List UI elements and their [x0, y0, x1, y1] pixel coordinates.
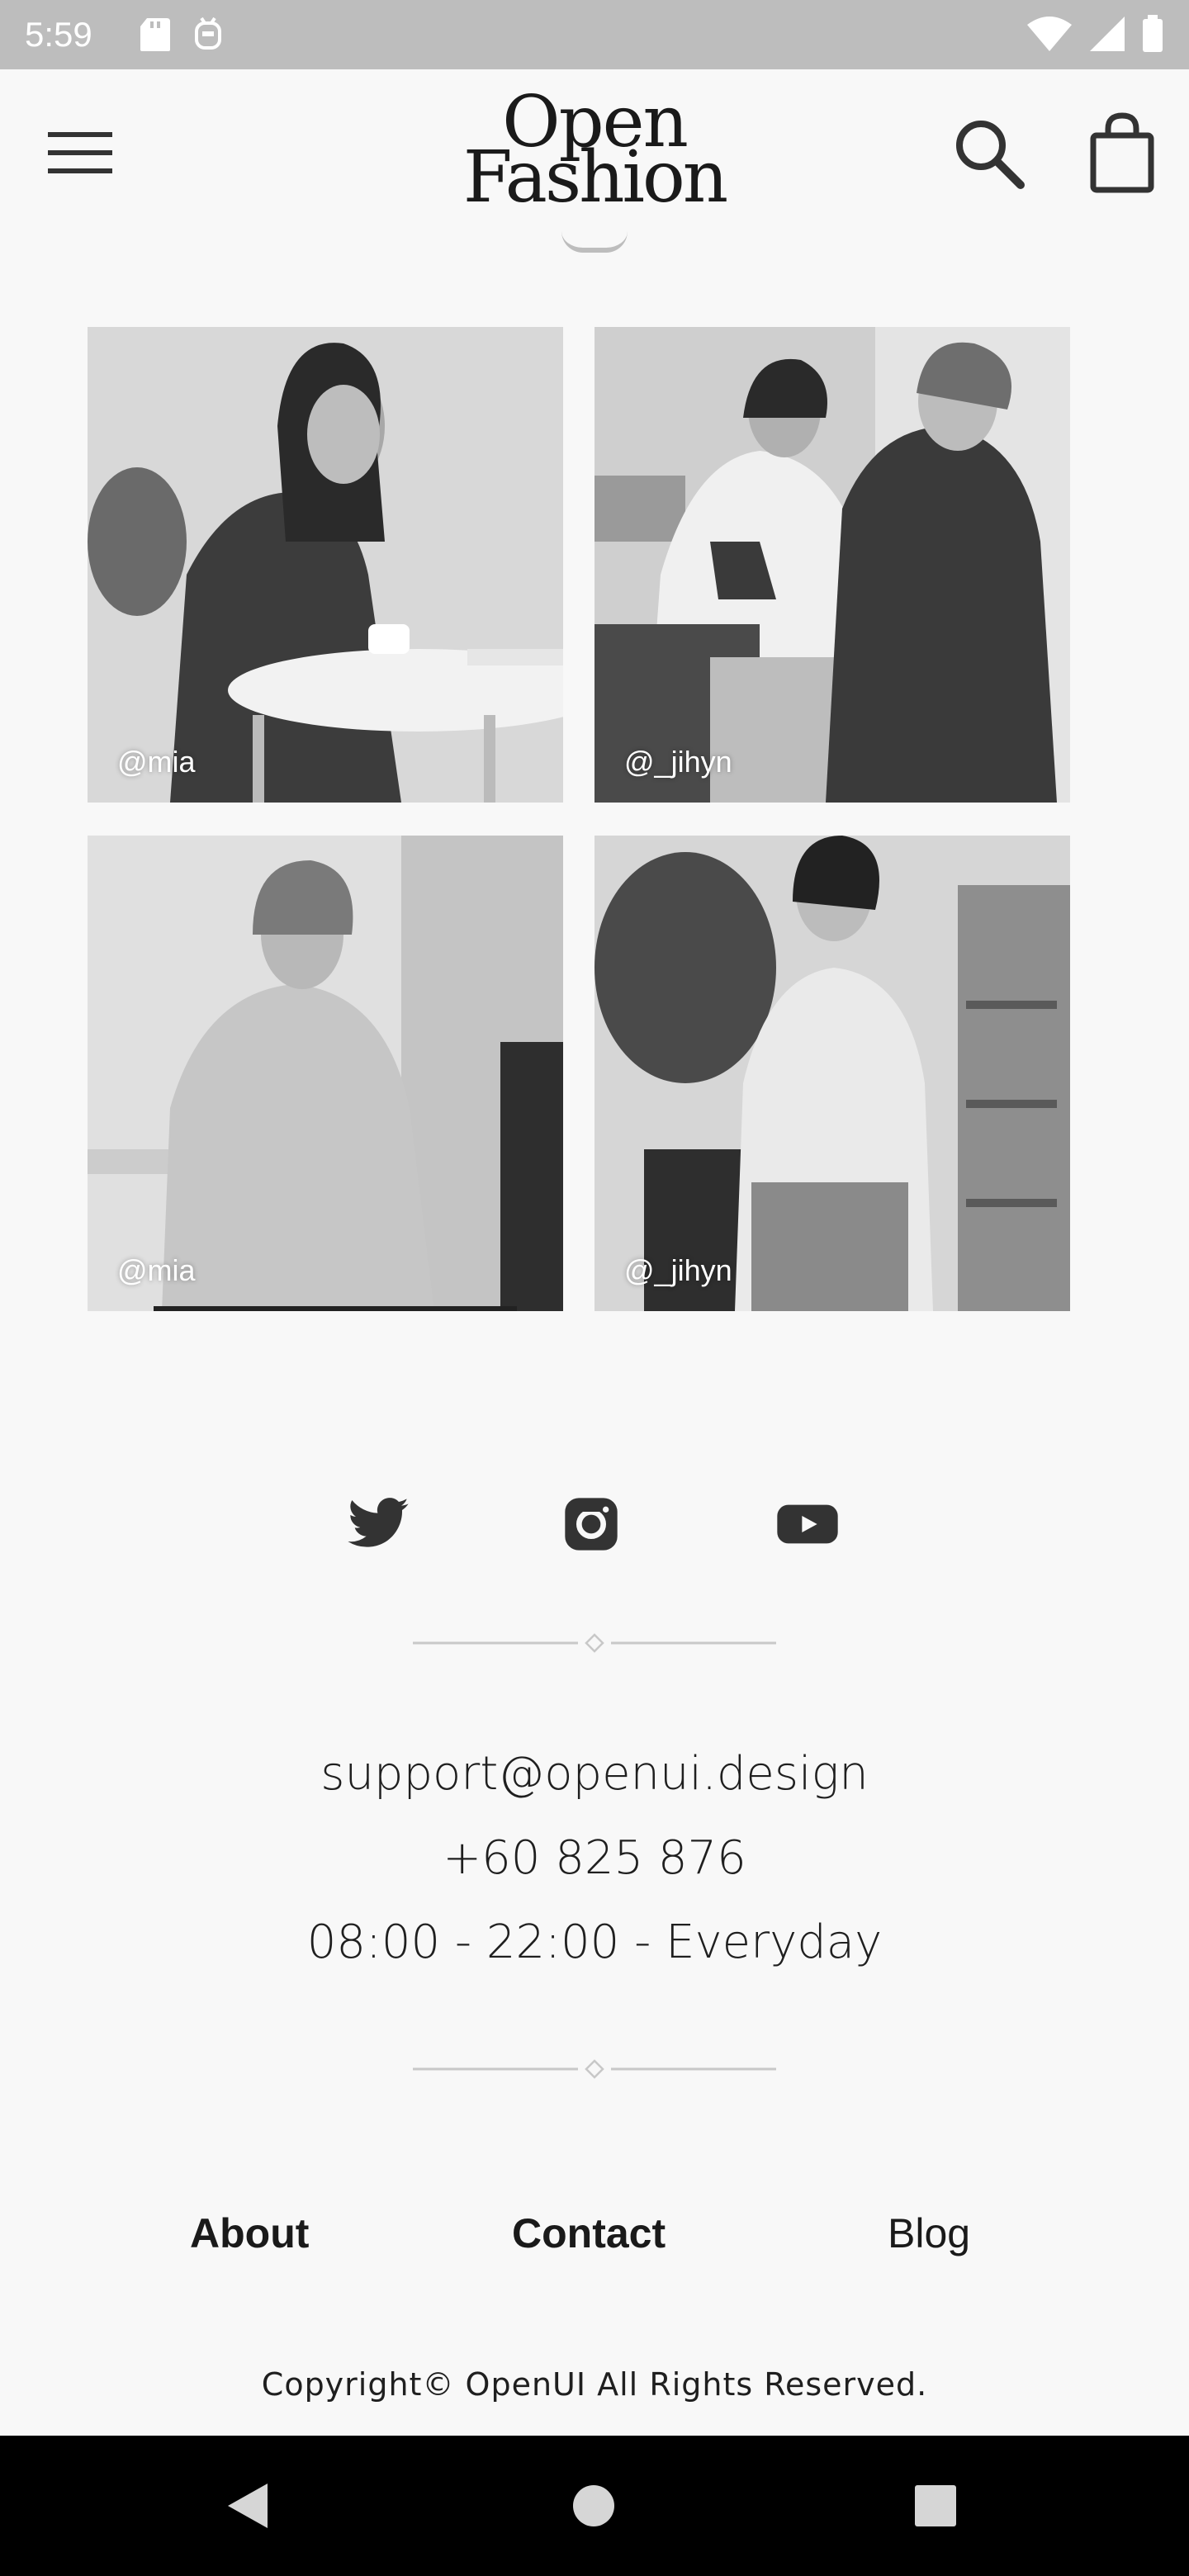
open-fashion-logo[interactable]: Open Fashion: [446, 87, 743, 219]
logo-line-fashion: Fashion: [462, 136, 728, 219]
photo-handle: @mia: [117, 745, 196, 779]
home-button[interactable]: [566, 2479, 621, 2533]
contact-phone[interactable]: +60 825 876: [0, 1831, 1189, 1885]
gallery-photo-1[interactable]: @mia: [88, 327, 563, 803]
status-system-icons: [1026, 15, 1164, 53]
status-notification-icons: [139, 17, 225, 53]
instagram-link[interactable]: [558, 1491, 624, 1557]
contact-hours: 08:00 - 22:00 - Everyday: [306, 1915, 883, 1969]
back-triangle-icon: [228, 2484, 268, 2528]
instagram-icon: [565, 1498, 618, 1551]
shopping-bag-icon: [1090, 112, 1154, 193]
photo-woman-at-cafe-table: [88, 327, 563, 803]
status-bar: 5:59: [0, 0, 1189, 69]
footer-about-link[interactable]: About: [190, 2209, 309, 2257]
photo-handle: @_jihyn: [624, 1253, 732, 1287]
twitter-icon: [348, 1498, 409, 1547]
photo-man-with-plants: [594, 836, 1070, 1311]
recents-square-icon: [915, 2485, 956, 2526]
gallery-photo-2[interactable]: @_jihyn: [594, 327, 1070, 803]
photo-woman-by-window: [88, 836, 563, 1311]
battery-icon: [1143, 15, 1163, 52]
signal-icon: [1090, 17, 1125, 51]
contact-email[interactable]: support@openui.design: [0, 1747, 1189, 1801]
recents-button[interactable]: [908, 2479, 963, 2533]
robot-icon: [195, 17, 221, 50]
youtube-icon: [777, 1504, 838, 1544]
menu-button[interactable]: [46, 127, 116, 180]
wifi-icon: [1027, 17, 1072, 51]
search-icon: [956, 121, 1025, 189]
footer-blog-link[interactable]: Blog: [888, 2209, 970, 2257]
home-circle-icon: [573, 2485, 614, 2526]
section-indicator: [561, 231, 628, 253]
status-time: 5:59: [25, 15, 92, 54]
hamburger-menu-icon: [48, 132, 112, 173]
ornament-divider: [413, 1633, 776, 1653]
photo-couple-on-bench: [594, 327, 1070, 803]
sd-card-icon: [140, 18, 170, 51]
gallery-photo-3[interactable]: @mia: [88, 836, 563, 1311]
gallery-photo-4[interactable]: @_jihyn: [594, 836, 1070, 1311]
footer-contact-link[interactable]: Contact: [512, 2209, 666, 2257]
photo-handle: @mia: [117, 1253, 196, 1287]
photo-handle: @_jihyn: [624, 745, 732, 779]
copyright-text: Copyright© OpenUI All Rights Reserved.: [261, 2366, 928, 2403]
app-screen: 5:59 Open Fashion @mia @_jihyn @mia @_ji…: [0, 0, 1189, 2576]
app-header: Open Fashion: [0, 69, 1189, 234]
youtube-link[interactable]: [775, 1491, 841, 1557]
back-button[interactable]: [221, 2479, 276, 2533]
system-navigation-bar: [0, 2436, 1189, 2576]
ornament-divider: [413, 2059, 776, 2079]
search-button[interactable]: [951, 116, 1027, 192]
twitter-link[interactable]: [345, 1491, 411, 1557]
shopping-bag-button[interactable]: [1088, 112, 1156, 195]
